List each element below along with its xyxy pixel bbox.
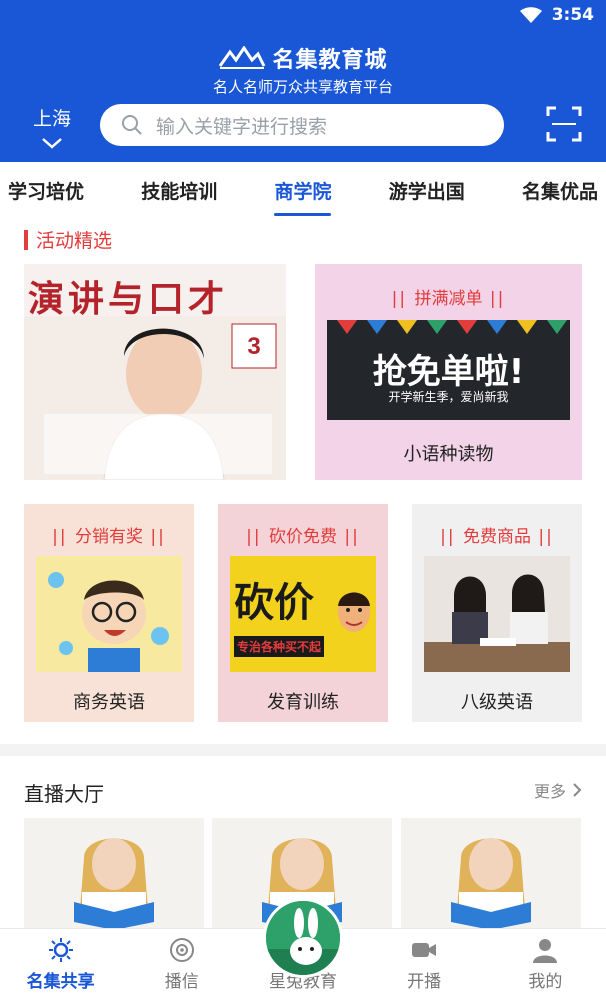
nav-item-share[interactable]: 名集共享 [11,937,111,992]
chevron-down-icon [42,138,62,149]
broadcast-icon [169,938,194,962]
bunting-decoration [337,320,567,334]
brand-title: 名集教育城 [272,48,388,73]
nav-label: 播信 [164,972,199,992]
category-tabs: 学习培优 技能培训 商学院 游学出国 名集优品 [0,162,606,224]
promo-image-headline: 抢免单啦! [372,352,525,392]
students-image [424,556,570,672]
promo-label: || 分销有奖 || [52,527,166,547]
section-divider [0,744,606,756]
magazine-card[interactable]: 演讲与口才 3 [24,264,286,480]
promo-card-referral[interactable]: || 分销有奖 || 商务英语 [24,504,194,722]
promo-label: || 免费商品 || [440,527,554,547]
promo-card-free-goods[interactable]: || 免费商品 || 八级英语 [412,504,582,722]
live-thumbnail[interactable] [401,818,581,930]
search-input[interactable]: 输入关键字进行搜索 [156,112,327,139]
svg-text:3: 3 [247,333,260,360]
status-time: 3:54 [551,5,594,25]
nav-label: 我的 [528,972,563,992]
nav-item-go-live[interactable]: 开播 [374,937,474,992]
promo-card-bargain[interactable]: || 砍价免费 || 砍价 专治各种买不起 发育训练 [218,504,388,722]
nav-item-me[interactable]: 我的 [495,937,595,992]
reading-girl-image [401,818,581,930]
city-selector[interactable]: 上海 [22,104,82,149]
live-thumbnail[interactable] [24,818,204,930]
chevron-right-icon [573,783,582,797]
bargain-subline: 专治各种买不起 [234,636,325,657]
brand-logo-icon [219,46,266,69]
header: 3:54 名集教育城 名人名师万众共享教育平台 上海 输入关键字进行搜索 [0,0,606,162]
search-bar[interactable]: 输入关键字进行搜索 [100,104,504,146]
section-marker [24,229,28,250]
brand: 名集教育城 名人名师万众共享教育平台 [0,42,606,97]
cartoon-face [338,592,370,632]
search-icon [122,115,142,135]
bargain-image: 砍价 专治各种买不起 [230,556,376,672]
promo-caption: 商务英语 [73,692,145,713]
tab-study-abroad[interactable]: 游学出国 [389,169,465,218]
promo-caption: 小语种读物 [403,444,494,465]
promo-label: || 拼满减单 || [391,289,506,309]
promo-image: 抢免单啦! 开学新生季，爱尚新我 [327,320,570,420]
promo-label: || 砍价免费 || [246,527,360,547]
tab-skills[interactable]: 技能培训 [141,169,217,218]
live-hall-title: 直播大厅 [24,782,104,806]
reading-girl-image [24,818,204,930]
user-icon [533,939,558,963]
magazine-portrait: 3 [24,316,286,480]
tab-business-school[interactable]: 商学院 [274,169,332,218]
promo-card-discount[interactable]: || 拼满减单 || 抢免单啦! 开学新生季，爱尚新我 小语种读物 [315,264,582,480]
nav-label: 开播 [407,972,442,992]
bargain-headline: 砍价 [234,580,314,626]
tab-study[interactable]: 学习培优 [8,169,84,218]
nav-item-broadcast[interactable]: 播信 [132,937,232,992]
more-link[interactable]: 更多 [534,778,582,802]
sun-icon [48,938,73,962]
nav-label: 名集共享 [26,972,95,992]
scan-icon[interactable] [546,106,582,142]
more-link-label: 更多 [533,782,566,801]
promo-caption: 八级英语 [461,692,533,713]
city-label: 上海 [32,108,71,130]
activities-title: 活动精选 [24,226,112,253]
rabbit-badge-icon[interactable] [263,898,343,978]
promo-caption: 发育训练 [267,692,339,713]
promo-image-sub: 开学新生季，爱尚新我 [388,390,509,404]
wifi-icon [519,7,542,23]
status-bar: 3:54 [0,0,606,30]
brand-subtitle: 名人名师万众共享教育平台 [212,78,393,96]
cartoon-image [36,556,182,672]
activities-title-text: 活动精选 [36,230,113,252]
video-camera-icon [412,943,437,957]
tab-premium-goods[interactable]: 名集优品 [522,169,598,218]
